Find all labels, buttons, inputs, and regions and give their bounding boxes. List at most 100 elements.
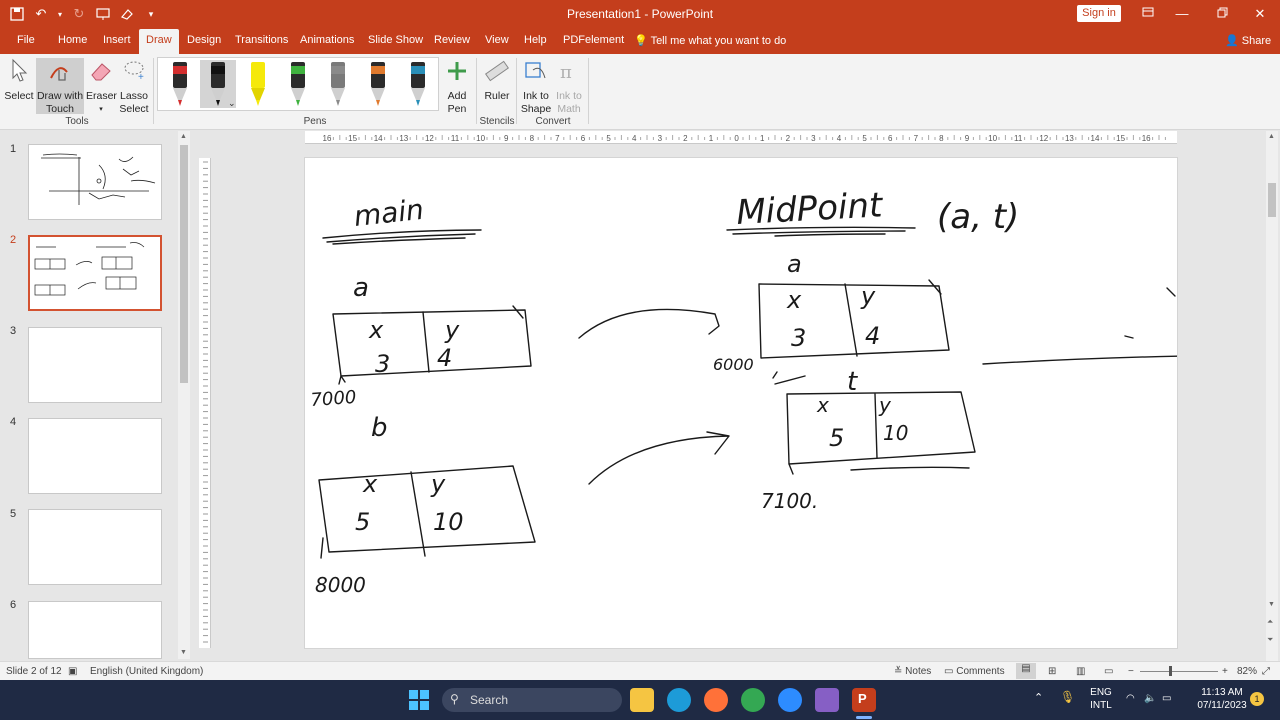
- language-indicator[interactable]: English (United Kingdom): [90, 666, 203, 677]
- microphone-icon[interactable]: 🎙: [1060, 691, 1075, 704]
- clock-time: 11:13 AM: [1201, 687, 1243, 698]
- next-slide-icon[interactable]: ⏷: [1267, 635, 1273, 645]
- language-code: ENG: [1090, 687, 1112, 698]
- ink-text-a-param: a: [787, 250, 802, 278]
- zoom-out-icon[interactable]: −: [1128, 666, 1134, 677]
- thumbnail-scrollbar[interactable]: ▲ ▼: [178, 131, 190, 659]
- thumbnail-scroll-thumb[interactable]: [180, 145, 188, 383]
- notification-badge[interactable]: 1: [1250, 692, 1264, 706]
- ink-to-math-button[interactable]: π Ink to Math: [554, 58, 584, 116]
- eraser-dropdown-icon[interactable]: ▾: [86, 103, 116, 116]
- volume-icon[interactable]: 🔈: [1144, 692, 1156, 705]
- battery-icon[interactable]: ▭: [1162, 692, 1171, 705]
- firefox-icon[interactable]: [704, 688, 728, 712]
- ink-box-divider: [422, 311, 430, 373]
- slide-sorter-icon[interactable]: ⊞: [1048, 666, 1056, 677]
- ruler-button[interactable]: Ruler: [482, 58, 512, 103]
- tab-slide-show[interactable]: Slide Show: [368, 34, 423, 46]
- file-explorer-icon[interactable]: [630, 688, 654, 712]
- scroll-up-icon[interactable]: ▲: [180, 133, 187, 140]
- scroll-down-icon[interactable]: ▼: [1268, 601, 1275, 608]
- ruler-tick-label: 7: [555, 134, 560, 143]
- tab-file[interactable]: File: [17, 34, 35, 46]
- pens-gallery: ⌄: [157, 57, 439, 111]
- reading-view-icon[interactable]: ▥: [1076, 666, 1085, 677]
- normal-view-icon[interactable]: ▤: [1016, 663, 1036, 679]
- accessibility-icon[interactable]: ▣: [68, 666, 77, 677]
- tell-me-search[interactable]: 💡 Tell me what you want to do: [634, 34, 786, 47]
- pen-teal[interactable]: [400, 60, 436, 108]
- zoom-in-icon[interactable]: +: [1222, 666, 1228, 677]
- tab-help[interactable]: Help: [524, 34, 547, 46]
- ink-stroke: [772, 371, 778, 379]
- close-icon[interactable]: ✕: [1250, 4, 1270, 24]
- previous-slide-icon[interactable]: ⏶: [1267, 617, 1273, 627]
- scroll-up-icon[interactable]: ▲: [1268, 133, 1275, 140]
- notes-button[interactable]: ≚ Notes: [894, 666, 931, 677]
- tab-review[interactable]: Review: [434, 34, 470, 46]
- edge-browser-icon[interactable]: [667, 688, 691, 712]
- slide-thumbnail-2[interactable]: [28, 235, 162, 311]
- show-hidden-icons[interactable]: ⌃: [1034, 692, 1043, 705]
- slideshow-view-icon[interactable]: ▭: [1104, 666, 1113, 677]
- tab-draw[interactable]: Draw: [139, 29, 179, 54]
- clock-date: 07/11/2023: [1197, 700, 1247, 711]
- tab-insert[interactable]: Insert: [103, 34, 131, 46]
- slide-canvas[interactable]: main MidPoint (a, t) a x y 3 4 7000 b x …: [305, 158, 1186, 648]
- powerpoint-taskbar-icon[interactable]: P: [852, 688, 876, 712]
- ribbon-display-options-icon[interactable]: [1138, 4, 1158, 24]
- tab-design[interactable]: Design: [187, 34, 221, 46]
- cursor-arrow-icon: [12, 58, 28, 82]
- zoom-slider-thumb[interactable]: [1169, 666, 1172, 676]
- eraser-button[interactable]: Eraser ▾: [86, 58, 117, 116]
- slide-thumbnail-5[interactable]: [28, 509, 162, 585]
- ruler-tick-label: 15: [1116, 134, 1125, 143]
- horizontal-ruler: 16 15 14 13 12 11 10 9 8 7 6 5 4 3 2 1 0 1 2 3 4 5 6 7 8 9 10 11 12 1…: [305, 131, 1177, 144]
- slide-thumbnail-6[interactable]: [28, 601, 162, 659]
- pencil-gray[interactable]: [320, 60, 356, 108]
- share-button[interactable]: 👤 Share: [1225, 34, 1271, 47]
- tab-animations[interactable]: Animations: [300, 34, 354, 46]
- slide-thumbnail-1[interactable]: [28, 144, 162, 220]
- pen-green[interactable]: [280, 60, 316, 108]
- maximize-icon[interactable]: [1212, 4, 1232, 24]
- ruler-tick-label: 4: [632, 134, 637, 143]
- fit-slide-icon[interactable]: ⤢: [1262, 666, 1270, 677]
- comments-button[interactable]: ▭ Comments: [944, 666, 1005, 677]
- windows-start-icon[interactable]: [408, 689, 430, 714]
- visual-studio-icon[interactable]: [815, 688, 839, 712]
- tab-view[interactable]: View: [485, 34, 509, 46]
- zoom-slider[interactable]: [1140, 671, 1218, 672]
- ruler-tick-label: 0: [734, 134, 739, 143]
- add-pen-button[interactable]: Add Pen: [442, 58, 472, 116]
- zoom-level[interactable]: 82%: [1237, 666, 1257, 677]
- select-tool-button[interactable]: Select: [4, 58, 34, 103]
- slide-scroll-thumb[interactable]: [1268, 183, 1276, 217]
- zoom-app-icon[interactable]: [778, 688, 802, 712]
- ruler-tick-label: 13: [399, 134, 408, 143]
- wifi-icon[interactable]: ◠: [1126, 692, 1135, 705]
- ruler-tick-label: 6: [888, 134, 893, 143]
- slide-scrollbar[interactable]: ▲ ▼ ⏶ ⏷: [1266, 131, 1278, 661]
- pen-galaxy[interactable]: [360, 60, 396, 108]
- tab-pdfelement[interactable]: PDFelement: [563, 34, 624, 46]
- svg-text:π: π: [560, 62, 572, 83]
- notes-icon: ≚: [894, 666, 903, 677]
- ink-to-shape-button[interactable]: Ink to Shape: [520, 58, 552, 116]
- minimize-icon[interactable]: —: [1172, 4, 1192, 24]
- lasso-select-button[interactable]: + Lasso Select: [118, 58, 150, 116]
- tab-home[interactable]: Home: [58, 34, 87, 46]
- sign-in-button[interactable]: Sign in: [1077, 5, 1121, 22]
- slide-thumbnail-3[interactable]: [28, 327, 162, 403]
- chrome-icon[interactable]: [741, 688, 765, 712]
- input-language[interactable]: ENG INTL: [1088, 686, 1114, 712]
- slide-thumbnail-4[interactable]: [28, 418, 162, 494]
- pen-black-selected[interactable]: ⌄: [200, 60, 236, 108]
- scroll-down-icon[interactable]: ▼: [180, 649, 187, 656]
- draw-with-touch-button[interactable]: Draw with Touch: [36, 58, 84, 115]
- tab-transitions[interactable]: Transitions: [235, 34, 288, 46]
- pen-red[interactable]: [162, 60, 198, 108]
- clock[interactable]: 11:13 AM 07/11/2023: [1196, 686, 1248, 712]
- taskbar-search[interactable]: ⚲ Search: [442, 688, 622, 712]
- highlighter-yellow[interactable]: [240, 60, 276, 108]
